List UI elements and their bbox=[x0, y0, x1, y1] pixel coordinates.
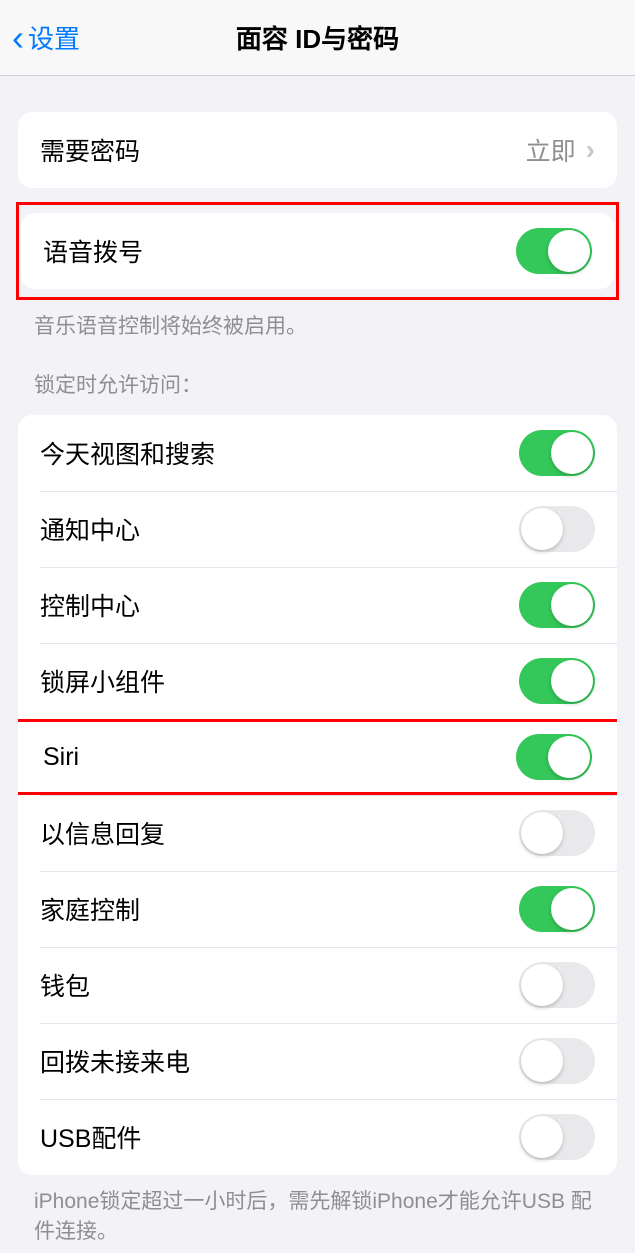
locked-access-header: 锁定时允许访问： bbox=[0, 341, 635, 407]
locked-access-label-siri: Siri bbox=[43, 743, 79, 772]
locked-access-row-reply-with-message: 以信息回复 bbox=[18, 795, 617, 871]
locked-access-row-today-view: 今天视图和搜索 bbox=[18, 415, 617, 491]
locked-access-toggle-notification-center[interactable] bbox=[519, 506, 595, 552]
toggle-knob bbox=[521, 1040, 563, 1082]
toggle-knob bbox=[521, 964, 563, 1006]
toggle-knob bbox=[521, 812, 563, 854]
chevron-right-icon: › bbox=[586, 134, 595, 166]
content-area: 需要密码 立即 › 语音拨号 音乐语音控制将始终被启用。 锁定时允许访问： 今天… bbox=[0, 112, 635, 1246]
voice-dial-toggle[interactable] bbox=[516, 228, 592, 274]
locked-access-toggle-reply-with-message[interactable] bbox=[519, 810, 595, 856]
locked-access-toggle-lock-screen-widgets[interactable] bbox=[519, 658, 595, 704]
locked-access-group: 今天视图和搜索通知中心控制中心锁屏小组件 Siri 以信息回复家庭控制钱包回拨未接来… bbox=[18, 415, 617, 1175]
locked-access-row-siri: Siri bbox=[18, 719, 617, 795]
locked-access-row-lock-screen-widgets: 锁屏小组件 bbox=[18, 643, 617, 719]
locked-access-label-control-center: 控制中心 bbox=[40, 587, 140, 623]
locked-access-footer: iPhone锁定超过一小时后，需先解锁iPhone才能允许USB 配件连接。 bbox=[0, 1175, 635, 1246]
page-title: 面容 ID与密码 bbox=[236, 19, 399, 56]
require-passcode-value: 立即 › bbox=[526, 132, 595, 168]
require-passcode-value-text: 立即 bbox=[526, 132, 576, 168]
locked-access-label-reply-with-message: 以信息回复 bbox=[40, 815, 165, 851]
voice-dial-highlight: 语音拨号 bbox=[16, 202, 619, 300]
require-passcode-row[interactable]: 需要密码 立即 › bbox=[18, 112, 617, 188]
toggle-knob bbox=[548, 736, 590, 778]
back-label: 设置 bbox=[28, 19, 80, 56]
locked-access-label-return-missed-calls: 回拨未接来电 bbox=[40, 1043, 190, 1079]
locked-access-toggle-today-view[interactable] bbox=[519, 430, 595, 476]
locked-access-toggle-control-center[interactable] bbox=[519, 582, 595, 628]
locked-access-row-usb-accessories: USB配件 bbox=[18, 1099, 617, 1175]
locked-access-row-return-missed-calls: 回拨未接来电 bbox=[18, 1023, 617, 1099]
require-passcode-group: 需要密码 立即 › bbox=[18, 112, 617, 188]
toggle-knob bbox=[521, 508, 563, 550]
locked-access-toggle-wallet[interactable] bbox=[519, 962, 595, 1008]
voice-dial-row: 语音拨号 bbox=[21, 213, 614, 289]
locked-access-row-notification-center: 通知中心 bbox=[18, 491, 617, 567]
locked-access-label-home-control: 家庭控制 bbox=[40, 891, 140, 927]
toggle-knob bbox=[551, 888, 593, 930]
locked-access-row-wallet: 钱包 bbox=[18, 947, 617, 1023]
toggle-knob bbox=[548, 230, 590, 272]
toggle-knob bbox=[551, 660, 593, 702]
toggle-knob bbox=[551, 432, 593, 474]
locked-access-label-usb-accessories: USB配件 bbox=[40, 1119, 141, 1155]
locked-access-label-lock-screen-widgets: 锁屏小组件 bbox=[40, 663, 165, 699]
locked-access-toggle-return-missed-calls[interactable] bbox=[519, 1038, 595, 1084]
require-passcode-label: 需要密码 bbox=[40, 132, 140, 168]
locked-access-label-today-view: 今天视图和搜索 bbox=[40, 435, 215, 471]
voice-dial-group: 语音拨号 bbox=[21, 213, 614, 289]
chevron-left-icon: ‹ bbox=[12, 20, 24, 56]
back-button[interactable]: ‹ 设置 bbox=[0, 19, 80, 56]
voice-dial-label: 语音拨号 bbox=[43, 233, 143, 269]
toggle-knob bbox=[521, 1116, 563, 1158]
locked-access-toggle-siri[interactable] bbox=[516, 734, 592, 780]
locked-access-toggle-home-control[interactable] bbox=[519, 886, 595, 932]
locked-access-toggle-usb-accessories[interactable] bbox=[519, 1114, 595, 1160]
navigation-header: ‹ 设置 面容 ID与密码 bbox=[0, 0, 635, 76]
locked-access-label-notification-center: 通知中心 bbox=[40, 511, 140, 547]
locked-access-row-home-control: 家庭控制 bbox=[18, 871, 617, 947]
locked-access-row-control-center: 控制中心 bbox=[18, 567, 617, 643]
locked-access-label-wallet: 钱包 bbox=[40, 967, 90, 1003]
toggle-knob bbox=[551, 584, 593, 626]
voice-dial-footer: 音乐语音控制将始终被启用。 bbox=[0, 300, 635, 341]
